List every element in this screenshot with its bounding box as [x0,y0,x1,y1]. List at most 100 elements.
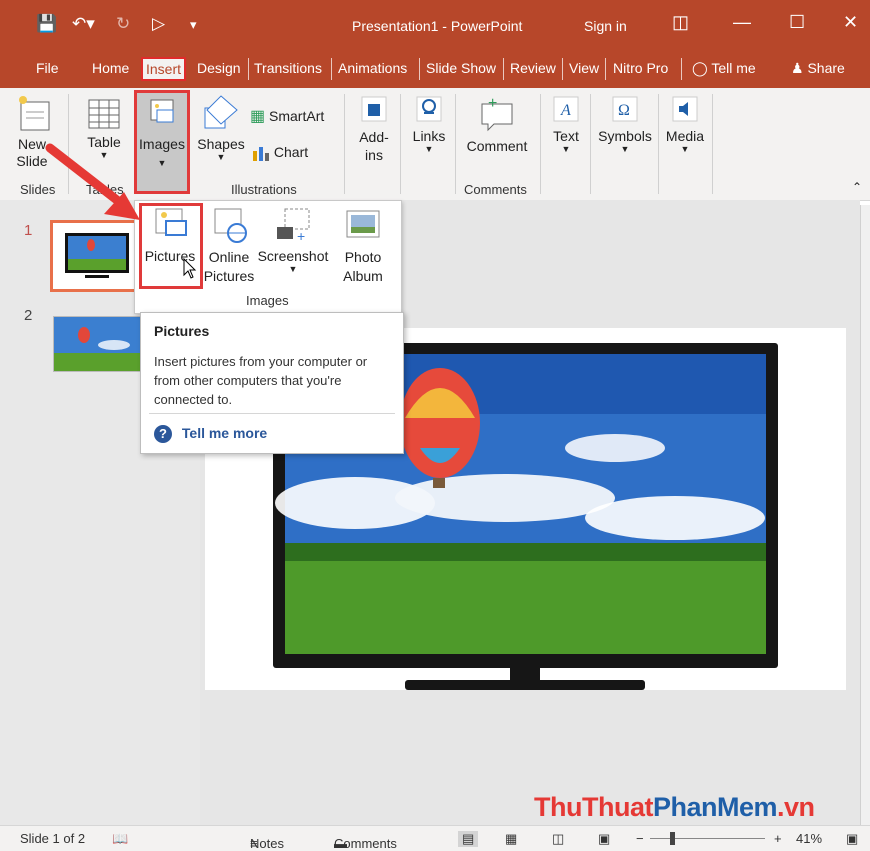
start-slideshow-icon[interactable]: ▷ [152,14,165,34]
tab-review[interactable]: Review [510,60,556,76]
help-icon: ? [154,425,172,443]
media-dropdown-icon: ▼ [680,144,690,154]
thumbnail-number-2: 2 [24,307,33,324]
text-icon: A [553,96,579,122]
slideshow-view-icon[interactable]: ▣ [598,831,610,847]
screenshot-icon: + [277,208,310,244]
status-bar: Slide 1 of 2 📖 ≡ Notes ▬ Comments ▤ ▦ ◫ … [0,825,870,851]
tell-me-more-link[interactable]: ? Tell me more [154,425,267,443]
group-separator [658,94,659,194]
group-separator [540,94,541,194]
photo-album-label: Photo Album [343,249,383,284]
save-icon[interactable]: 💾 [36,14,57,34]
links-icon [416,96,442,122]
comment-button[interactable]: + Comment [462,94,532,154]
slide-thumbnail-2[interactable] [53,316,141,372]
pictures-tooltip: Pictures Insert pictures from your compu… [140,312,404,454]
window-title: Presentation1 - PowerPoint [352,18,523,34]
links-button[interactable]: Links ▼ [410,96,448,154]
table-icon [88,99,120,129]
reading-view-icon[interactable]: ◫ [552,831,564,847]
person-icon: ♟ [791,60,804,76]
share-label: Share [807,60,845,76]
shapes-button[interactable]: Shapes ▼ [196,94,246,162]
smartart-button[interactable]: ▦ SmartArt [250,106,324,126]
notes-label: Notes [250,836,284,851]
lightbulb-icon: ◯ [692,60,708,76]
svg-text:+: + [297,228,305,244]
tab-animations[interactable]: Animations [338,60,407,76]
group-separator [344,94,345,194]
zoom-slider-thumb[interactable] [670,832,675,845]
screenshot-label: Screenshot [257,248,329,264]
text-label: Text [553,128,579,144]
tab-home[interactable]: Home [92,60,129,76]
text-button[interactable]: A Text ▼ [548,96,584,154]
symbols-icon: Ω [612,96,638,122]
tab-separator [562,58,563,80]
chart-button[interactable]: Chart [252,144,308,162]
ribbon-display-options-icon[interactable]: ◫ [672,12,689,33]
close-icon[interactable]: ✕ [843,12,858,33]
minimize-icon[interactable]: — [733,12,751,33]
comments-label: Comments [334,836,397,851]
balloon-thumbnail-image [54,317,140,371]
tab-file[interactable]: File [36,60,59,76]
media-button[interactable]: Media ▼ [662,96,708,154]
redo-icon[interactable]: ↻ [116,14,130,34]
chart-icon [253,147,269,162]
symbols-label: Symbols [598,128,652,144]
add-ins-icon [361,96,387,122]
sign-in-link[interactable]: Sign in [584,18,627,34]
comment-label: Comment [466,138,528,154]
online-pictures-label: Online Pictures [203,249,255,284]
tab-view[interactable]: View [569,60,599,76]
zoom-in-icon[interactable]: + [774,831,782,846]
tell-me-more-label: Tell me more [181,425,268,441]
online-pictures-menu-item[interactable]: Online Pictures [203,205,255,286]
tab-design[interactable]: Design [197,60,241,76]
photo-album-icon [346,210,380,238]
symbols-dropdown-icon: ▼ [620,144,630,154]
symbols-button[interactable]: Ω Symbols ▼ [596,96,654,154]
collapse-ribbon-icon[interactable]: ⌃ [852,180,862,194]
photo-album-menu-item[interactable]: Photo Album [333,205,393,286]
watermark: ThuThuatPhanMem.vn [534,792,815,823]
images-group-label: Images [246,293,289,308]
tab-separator [248,58,249,80]
smartart-icon: ▦ [250,108,266,125]
text-dropdown-icon: ▼ [561,144,571,154]
tooltip-title: Pictures [154,323,210,339]
media-label: Media [665,128,705,144]
add-ins-button[interactable]: Add-ins [354,96,394,164]
tab-separator [605,58,606,80]
undo-icon[interactable]: ↶▾ [72,14,95,34]
zoom-level[interactable]: 41% [796,831,822,846]
customize-qat-icon[interactable]: ▾ [190,17,197,33]
slide-info: Slide 1 of 2 [20,831,86,846]
share-button[interactable]: ♟ Share [791,60,845,77]
zoom-slider-track[interactable] [650,838,765,839]
tell-me-search[interactable]: ◯ Tell me [692,60,756,77]
add-ins-label: Add-ins [359,129,389,163]
slide-thumbnail-1[interactable] [50,220,144,292]
zoom-out-icon[interactable]: − [636,831,644,846]
screenshot-menu-item[interactable]: + Screenshot ▼ [257,205,329,274]
normal-view-icon[interactable]: ▤ [458,831,479,847]
images-dropdown-menu: Pictures Online Pictures + Screenshot ▼ … [134,200,402,314]
group-separator [455,94,456,194]
tab-slide-show[interactable]: Slide Show [426,60,496,76]
red-arrow-icon [45,143,140,220]
tab-nitro-pro[interactable]: Nitro Pro [613,60,668,76]
vertical-scrollbar[interactable] [860,205,870,825]
title-bar: 💾 ↶▾ ↻ ▷ ▾ Presentation1 - PowerPoint Si… [0,0,870,50]
slide-sorter-icon[interactable]: ▦ [505,831,517,847]
tab-transitions[interactable]: Transitions [254,60,322,76]
tab-insert[interactable]: Insert [141,57,187,81]
smartart-label: SmartArt [269,108,325,124]
spell-check-icon[interactable]: 📖 [112,831,128,847]
maximize-icon[interactable]: ☐ [789,12,805,33]
shapes-icon [204,95,238,129]
watermark-part3: .vn [777,792,815,822]
fit-to-window-icon[interactable]: ▣ [846,831,858,847]
